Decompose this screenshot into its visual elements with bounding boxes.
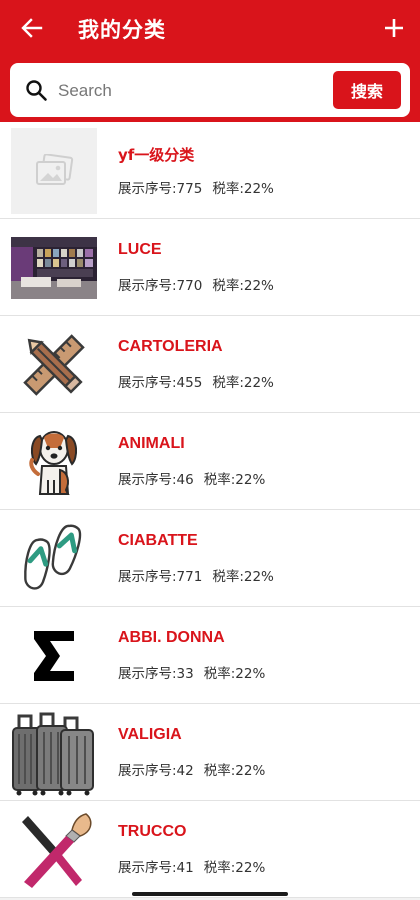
category-meta: 展示序号:771 税率:22% [118,565,274,585]
app-bar: 我的分类 搜索 [0,0,420,122]
category-meta: 展示序号:770 税率:22% [118,274,274,294]
category-thumbnail [11,613,97,699]
makeup-brushes-icon [22,813,92,888]
category-meta: 展示序号:42 税率:22% [118,759,265,779]
category-name: TRUCCO [118,823,187,840]
category-meta: 展示序号:41 税率:22% [118,856,265,876]
category-meta: 展示序号:33 税率:22% [118,662,265,682]
category-row[interactable]: yf一级分类 展示序号:775 税率:22% [0,122,420,219]
category-thumbnail [11,516,97,602]
category-name: ANIMALI [118,435,185,452]
home-indicator[interactable] [132,892,288,896]
search-button[interactable]: 搜索 [333,71,401,109]
category-row[interactable]: CIABATTE 展示序号:771 税率:22% [0,510,420,607]
category-name: VALIGIA [118,726,182,743]
category-meta: 展示序号:775 税率:22% [118,177,274,197]
category-thumbnail [11,807,97,893]
display-order: 展示序号:33 [118,666,194,682]
category-row[interactable]: TRUCCO 展示序号:41 税率:22% [0,801,420,898]
tax-rate: 税率:22% [212,181,274,197]
category-thumbnail [11,322,97,408]
category-name: ABBI. DONNA [118,629,225,646]
search-bar: 搜索 [10,63,410,117]
sigma-icon [34,631,74,681]
display-order: 展示序号:46 [118,472,194,488]
pencil-ruler-icon [23,334,85,396]
arrow-left-icon [21,18,43,38]
placeholder-image-icon [36,154,74,185]
category-thumbnail [11,419,97,505]
page-title: 我的分类 [78,18,166,42]
category-name: CARTOLERIA [118,338,223,355]
category-name: LUCE [118,241,162,258]
tax-rate: 税率:22% [212,569,274,585]
category-row[interactable]: ABBI. DONNA 展示序号:33 税率:22% [0,607,420,704]
display-order: 展示序号:770 [118,278,203,294]
suitcases-icon [12,712,94,796]
plus-icon [385,19,403,37]
category-row[interactable]: LUCE 展示序号:770 税率:22% [0,219,420,316]
category-thumbnail [11,225,97,311]
category-thumbnail [11,128,97,214]
category-thumbnail [11,710,97,796]
search-icon [26,80,47,101]
display-order: 展示序号:42 [118,763,194,779]
display-order: 展示序号:771 [118,569,203,585]
tax-rate: 税率:22% [212,278,274,294]
dog-icon [29,431,78,495]
category-list: yf一级分类 展示序号:775 税率:22% LUCE 展示序号:770 税率:… [0,122,420,898]
category-name: yf一级分类 [118,146,195,164]
display-order: 展示序号:41 [118,860,194,876]
tax-rate: 税率:22% [203,860,266,876]
category-meta: 展示序号:46 税率:22% [118,468,265,488]
display-order: 展示序号:775 [118,181,203,197]
display-order: 展示序号:455 [118,375,203,391]
tax-rate: 税率:22% [203,472,266,488]
back-button[interactable] [18,14,46,42]
flip-flops-icon [24,524,82,590]
add-category-button[interactable] [380,14,408,42]
tax-rate: 税率:22% [203,666,266,682]
category-meta: 展示序号:455 税率:22% [118,371,274,391]
category-row[interactable]: CARTOLERIA 展示序号:455 税率:22% [0,316,420,413]
store-photo [11,237,97,299]
tax-rate: 税率:22% [203,763,266,779]
category-row[interactable]: VALIGIA 展示序号:42 税率:22% [0,704,420,801]
category-row[interactable]: ANIMALI 展示序号:46 税率:22% [0,413,420,510]
tax-rate: 税率:22% [212,375,274,391]
category-name: CIABATTE [118,532,198,549]
search-input[interactable] [56,72,330,110]
